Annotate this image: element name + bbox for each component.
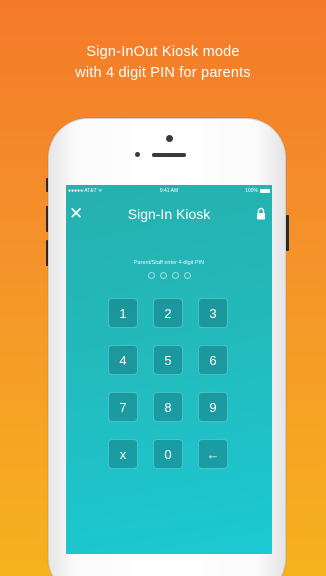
key-8[interactable]: 8 bbox=[153, 392, 183, 422]
front-camera bbox=[166, 135, 173, 142]
pin-dot bbox=[147, 272, 155, 279]
promo-caption: Sign-InOut Kiosk mode with 4 digit PIN f… bbox=[0, 42, 326, 84]
pin-indicator bbox=[66, 272, 272, 279]
promo-line-2: with 4 digit PIN for parents bbox=[75, 65, 251, 81]
phone-power-button bbox=[286, 215, 289, 251]
key-7[interactable]: 7 bbox=[108, 392, 138, 422]
pin-keypad: 1 2 3 4 5 6 7 8 9 x 0 ← bbox=[108, 298, 232, 469]
clear-key[interactable]: x bbox=[108, 439, 138, 469]
status-time: 9:41 AM bbox=[159, 188, 179, 194]
pin-dot bbox=[183, 272, 191, 279]
pin-dot bbox=[159, 272, 167, 279]
battery-percent: 100% bbox=[245, 188, 258, 194]
key-6[interactable]: 6 bbox=[198, 345, 228, 375]
key-9[interactable]: 9 bbox=[198, 392, 228, 422]
pin-dot bbox=[171, 272, 179, 279]
key-3[interactable]: 3 bbox=[198, 298, 228, 328]
phone-screen: ●●●●● AT&T ᯤ 9:41 AM 100% ✕ Sign-In Kios… bbox=[66, 185, 272, 554]
proximity-sensor bbox=[135, 152, 140, 157]
key-0[interactable]: 0 bbox=[153, 439, 183, 469]
kiosk-header: ✕ Sign-In Kiosk bbox=[66, 203, 272, 225]
lock-icon[interactable] bbox=[256, 207, 266, 220]
status-bar: ●●●●● AT&T ᯤ 9:41 AM 100% bbox=[66, 185, 272, 197]
key-4[interactable]: 4 bbox=[108, 345, 138, 375]
backspace-key[interactable]: ← bbox=[198, 439, 228, 469]
promo-line-1: Sign-InOut Kiosk mode bbox=[86, 44, 240, 60]
battery-icon bbox=[260, 189, 270, 193]
pin-prompt: Parent/Staff enter 4-digit PIN bbox=[133, 260, 205, 266]
page-title: Sign-In Kiosk bbox=[127, 206, 211, 222]
key-5[interactable]: 5 bbox=[153, 345, 183, 375]
key-1[interactable]: 1 bbox=[108, 298, 138, 328]
earpiece-speaker bbox=[152, 153, 186, 157]
key-2[interactable]: 2 bbox=[153, 298, 183, 328]
battery-indicator: 100% bbox=[245, 188, 270, 194]
